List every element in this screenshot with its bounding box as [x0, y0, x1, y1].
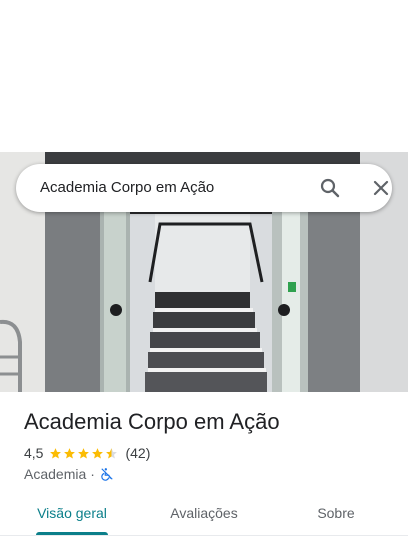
- star-half-icon: [106, 447, 118, 458]
- star-icon: [64, 447, 76, 458]
- star-icon: [50, 447, 62, 458]
- tab-overview[interactable]: Visão geral: [24, 496, 120, 536]
- star-icon: [78, 447, 90, 458]
- tabs-divider: [0, 535, 408, 536]
- star-icon: [92, 447, 104, 458]
- category-row: Academia ·: [24, 465, 114, 483]
- star-rating: [49, 447, 119, 460]
- map-blank-area: [0, 0, 408, 152]
- search-input[interactable]: Academia Corpo em Ação: [40, 178, 214, 198]
- tab-reviews[interactable]: Avaliações: [155, 496, 253, 536]
- tab-about[interactable]: Sobre: [300, 496, 372, 536]
- search-icon[interactable]: [318, 176, 342, 200]
- review-count[interactable]: (42): [125, 445, 150, 461]
- rating-row[interactable]: 4,5 (42): [24, 444, 150, 462]
- close-icon[interactable]: [369, 176, 393, 200]
- search-bar[interactable]: Academia Corpo em Ação: [16, 164, 392, 212]
- separator-dot: ·: [90, 466, 95, 482]
- rating-value: 4,5: [24, 445, 44, 461]
- place-category: Academia: [24, 466, 87, 482]
- wheelchair-not-accessible-icon[interactable]: [100, 467, 114, 481]
- place-title: Academia Corpo em Ação: [24, 409, 280, 434]
- place-tabs: Visão geral Avaliações Sobre: [0, 496, 408, 544]
